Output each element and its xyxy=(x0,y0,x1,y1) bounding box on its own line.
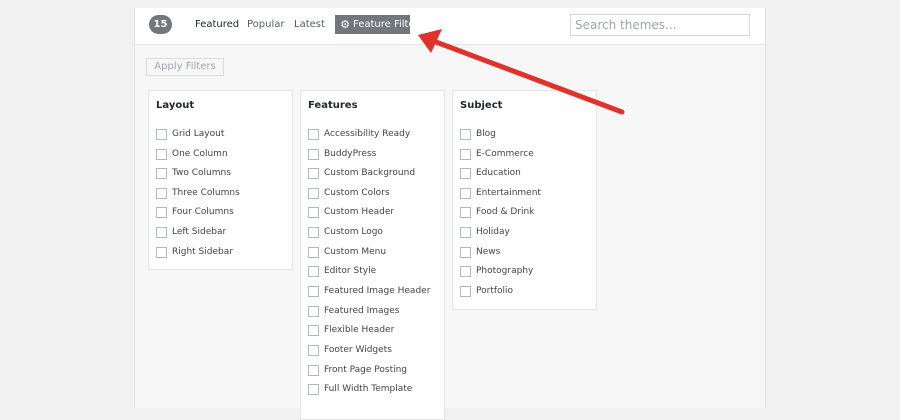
annotation-arrow-shaft xyxy=(433,39,625,115)
annotation-arrow xyxy=(418,29,625,115)
